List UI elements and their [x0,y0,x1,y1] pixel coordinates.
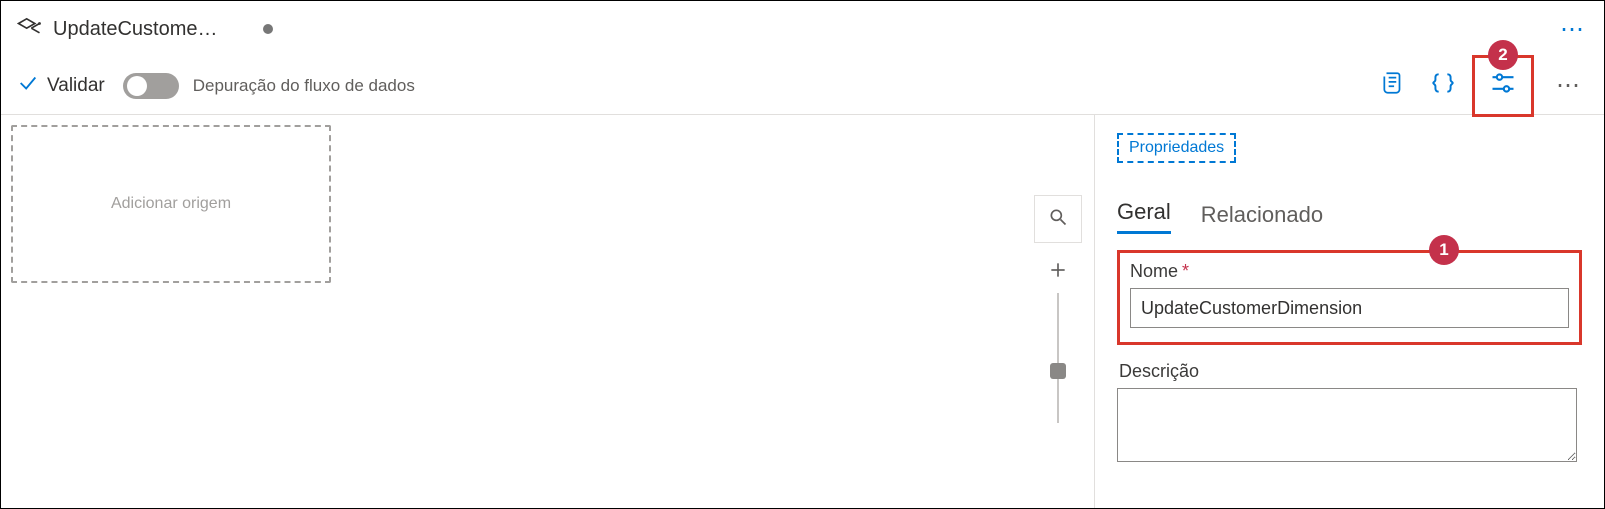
properties-tabs: Geral Relacionado [1117,199,1582,234]
toolbar-right-actions: 2 ⋯ [1372,55,1588,117]
zoom-slider-track[interactable] [1057,293,1059,423]
document-tab[interactable]: UpdateCustomerDi... [11,1,285,57]
toggle-track-icon [123,73,179,99]
script-button[interactable] [1372,65,1414,107]
dataflow-canvas[interactable]: Adicionar origem [1,115,1094,508]
description-textarea[interactable] [1117,388,1577,462]
callout-badge-1: 1 [1429,235,1459,265]
settings-sliders-icon [1489,69,1517,102]
name-field-highlight: 1 Nome* [1117,250,1582,345]
titlebar-more-button[interactable]: ⋯ [1552,11,1594,48]
name-field-label: Nome* [1130,261,1569,282]
validate-button[interactable]: Validar [17,72,105,99]
search-canvas-button[interactable] [1034,195,1082,243]
script-icon [1380,70,1406,101]
main-area: Adicionar origem Propriedade [1,115,1604,508]
dataflow-icon [15,13,43,46]
debug-toggle[interactable]: Depuração do fluxo de dados [123,73,415,99]
zoom-slider[interactable] [1034,257,1082,423]
description-field-label: Descrição [1119,361,1582,382]
settings-button-highlight: 2 [1472,55,1534,117]
general-form: 1 Nome* Descrição [1117,250,1582,467]
search-icon [1048,207,1068,232]
zoom-in-button[interactable] [1034,257,1082,287]
properties-panel-title[interactable]: Propriedades [1117,133,1236,163]
document-tab-title: UpdateCustomerDi... [53,18,223,41]
title-bar: UpdateCustomerDi... ⋯ [1,1,1604,57]
name-label-text: Nome [1130,261,1178,281]
tab-general[interactable]: Geral [1117,199,1171,234]
name-input[interactable] [1130,288,1569,328]
code-braces-button[interactable] [1422,65,1464,107]
zoom-slider-thumb[interactable] [1050,363,1066,379]
canvas-controls [1034,195,1082,423]
add-source-button[interactable]: Adicionar origem [11,125,331,283]
validate-label: Validar [47,75,105,97]
checkmark-icon [17,72,39,99]
debug-toggle-label: Depuração do fluxo de dados [193,76,415,96]
unsaved-indicator-icon [263,24,273,34]
toolbar: Validar Depuração do fluxo de dados 2 [1,57,1604,115]
add-source-label: Adicionar origem [111,195,231,213]
plus-icon [1048,260,1068,285]
required-asterisk-icon: * [1182,261,1189,281]
properties-panel: Propriedades Geral Relacionado 1 Nome* D… [1094,115,1604,508]
toggle-thumb-icon [127,76,147,96]
braces-icon [1430,70,1456,101]
tab-related[interactable]: Relacionado [1201,202,1323,234]
callout-badge-2: 2 [1488,40,1518,70]
toolbar-more-button[interactable]: ⋯ [1550,67,1588,104]
